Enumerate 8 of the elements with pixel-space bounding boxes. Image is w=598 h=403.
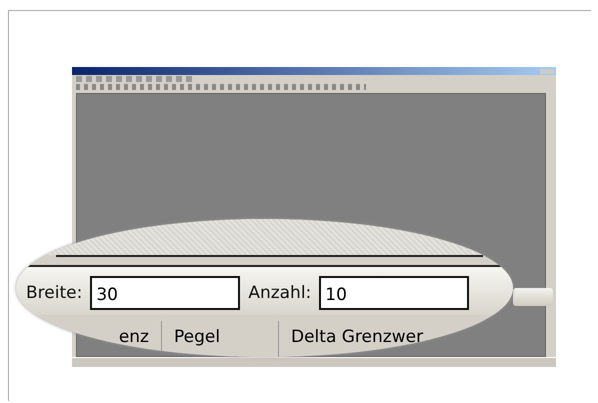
small-button-drawing: [513, 288, 553, 306]
field-label: Anzahl:: [248, 283, 312, 303]
column-header[interactable]: Pegel: [162, 321, 279, 357]
input-field[interactable]: 30: [90, 276, 240, 310]
input-field[interactable]: 10: [319, 276, 470, 310]
column-header[interactable]: enz: [16, 321, 162, 357]
column-header[interactable]: Delta Grenzwer: [279, 321, 513, 357]
field-label: Breite:: [26, 283, 82, 303]
